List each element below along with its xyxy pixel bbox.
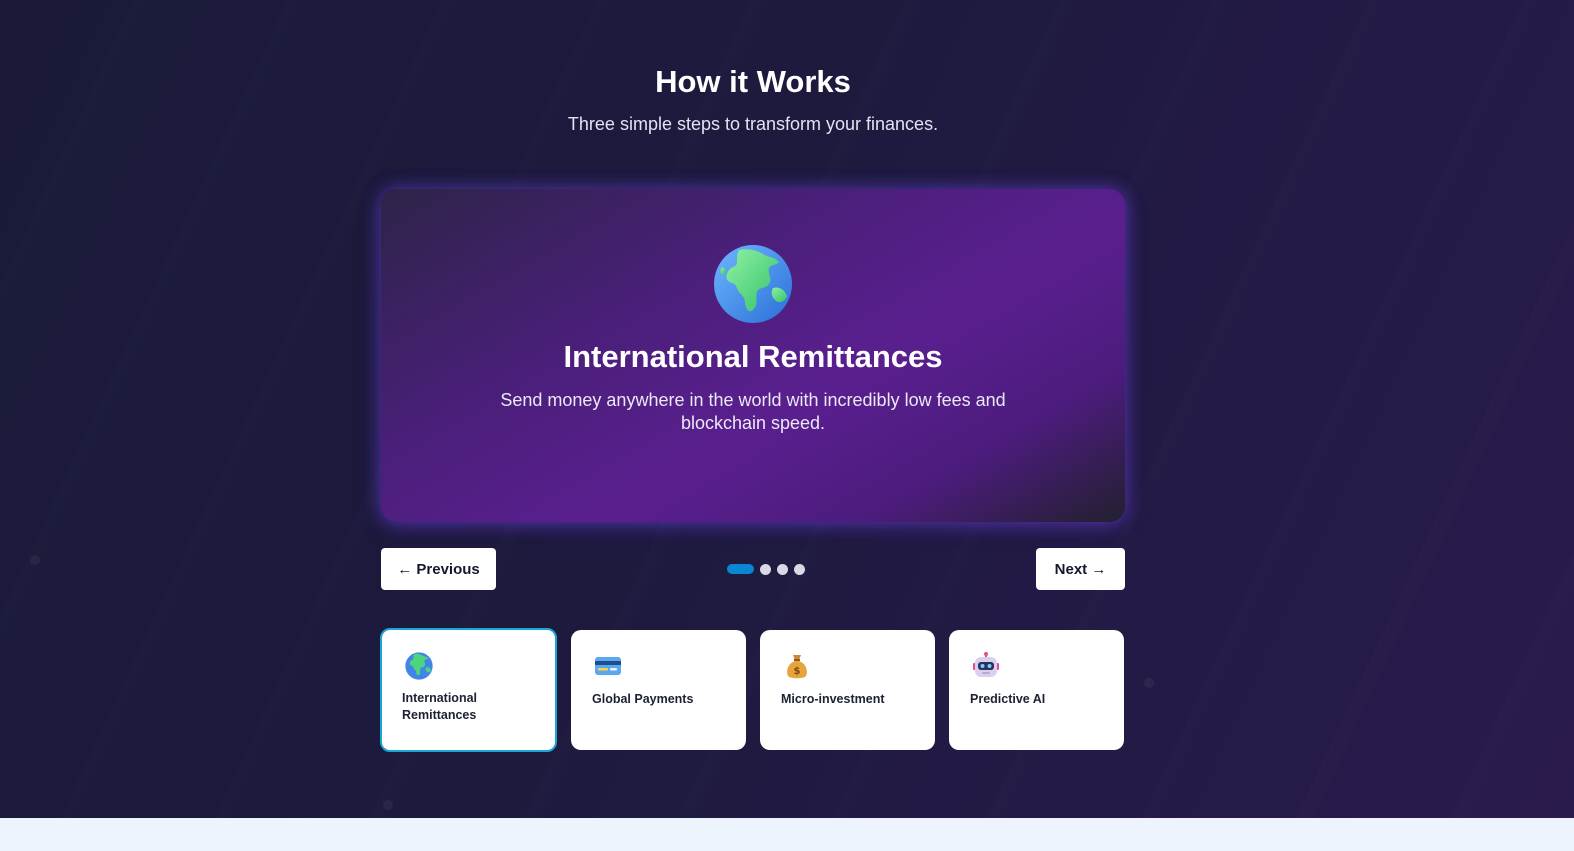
next-button[interactable]: Next → bbox=[1036, 548, 1125, 590]
section-subtitle: Three simple steps to transform your fin… bbox=[567, 114, 939, 134]
section-title: How it Works bbox=[655, 64, 851, 99]
slide-pagination bbox=[727, 563, 811, 575]
decorative-dot bbox=[383, 800, 393, 810]
pagination-dot-3[interactable] bbox=[777, 563, 788, 575]
svg-text:$: $ bbox=[794, 666, 801, 677]
money-bag-icon: $ bbox=[787, 655, 807, 679]
pagination-dot-2[interactable] bbox=[760, 563, 771, 575]
feature-label: Predictive AI bbox=[970, 692, 1046, 706]
hero-description: Send money anywhere in the world with in… bbox=[500, 390, 1006, 433]
feature-label: Micro-investment bbox=[781, 692, 885, 706]
decorative-dot bbox=[1144, 678, 1154, 688]
feature-card-international-remittances[interactable]: International Remittances bbox=[380, 628, 557, 752]
feature-label: Global Payments bbox=[592, 692, 694, 706]
feature-card-predictive-ai[interactable]: Predictive AI bbox=[949, 630, 1124, 750]
hero-title: International Remittances bbox=[563, 339, 943, 374]
pagination-dot-1[interactable] bbox=[727, 564, 754, 574]
pagination-dot-4[interactable] bbox=[794, 563, 805, 575]
feature-label: International Remittances bbox=[402, 691, 478, 722]
hero-slide-card: International Remittances Send money any… bbox=[381, 189, 1125, 522]
how-it-works-section: How it Works Three simple steps to trans… bbox=[0, 0, 1574, 818]
feature-card-global-payments[interactable]: Global Payments bbox=[571, 630, 746, 750]
decorative-dot bbox=[30, 555, 40, 565]
next-section-strip bbox=[0, 818, 1574, 851]
robot-icon bbox=[973, 652, 999, 677]
feature-card-micro-investment[interactable]: $ Micro-investment bbox=[760, 630, 935, 750]
globe-icon bbox=[405, 652, 433, 680]
credit-card-icon bbox=[595, 657, 621, 675]
globe-icon bbox=[714, 245, 792, 323]
previous-button[interactable]: ← Previous bbox=[381, 548, 496, 590]
